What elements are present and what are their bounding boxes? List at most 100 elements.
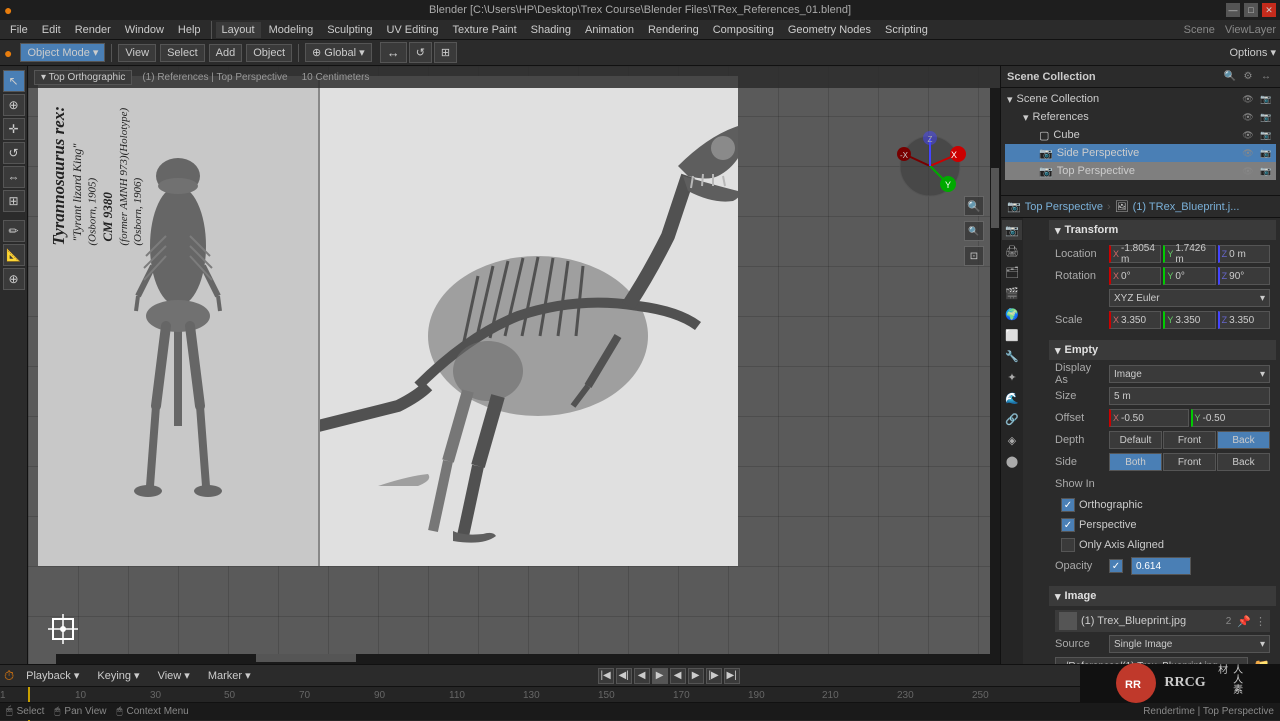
workspace-animation[interactable]: Animation — [579, 22, 640, 38]
toppersp-render-icon[interactable]: 📷 — [1258, 163, 1274, 179]
workspace-compositing[interactable]: Compositing — [707, 22, 780, 38]
render-icon[interactable]: 📷 — [1258, 91, 1274, 107]
workspace-scripting[interactable]: Scripting — [879, 22, 934, 38]
scene-label[interactable]: Scene — [1184, 24, 1215, 36]
tree-item-cube[interactable]: ▢ Cube 👁 📷 — [1005, 126, 1276, 144]
image-panel-header[interactable]: ▾ Image — [1049, 586, 1276, 606]
minimize-button[interactable]: — — [1226, 3, 1240, 17]
view-layer-label[interactable]: ViewLayer — [1225, 24, 1276, 36]
move-tool[interactable]: ↔ — [380, 42, 407, 63]
image-pin-icon[interactable]: 📌 — [1237, 615, 1251, 628]
ref-vis-icon[interactable]: 👁 — [1240, 109, 1256, 125]
annotate-tool-btn[interactable]: ✏ — [3, 220, 25, 242]
marker-btn[interactable]: Marker ▾ — [202, 667, 257, 684]
workspace-layout[interactable]: Layout — [216, 22, 261, 38]
prop-icon-physics[interactable]: 🌊 — [1002, 388, 1022, 408]
select-tool-btn[interactable]: ↖ — [3, 70, 25, 92]
next-frame-btn[interactable]: ▶ — [688, 668, 704, 684]
play-reverse-btn[interactable]: ◀ — [670, 668, 686, 684]
tree-item-references[interactable]: ▾ References 👁 📷 — [1005, 108, 1276, 126]
object-mode-button[interactable]: Object Mode ▾ — [20, 43, 105, 62]
add-tool-btn[interactable]: ⊕ — [3, 268, 25, 290]
outliner-options-icon[interactable]: ⚙ — [1240, 69, 1256, 85]
menu-edit[interactable]: Edit — [36, 22, 67, 38]
workspace-rendering[interactable]: Rendering — [642, 22, 705, 38]
offset-x-field[interactable]: X -0.50 — [1109, 409, 1189, 427]
tree-item-top-perspective[interactable]: 📷 Top Perspective 👁 📷 — [1005, 162, 1276, 180]
prop-icon-material[interactable]: ⬤ — [1002, 451, 1022, 471]
breadcrumb-file-link[interactable]: (1) TRex_Blueprint.j... — [1133, 201, 1240, 213]
sidepersp-render-icon[interactable]: 📷 — [1258, 145, 1274, 161]
prop-icon-world[interactable]: 🌍 — [1002, 304, 1022, 324]
depth-front-btn[interactable]: Front — [1163, 431, 1216, 449]
display-as-dropdown[interactable]: Image ▾ — [1109, 365, 1270, 383]
tree-item-scene-collection[interactable]: ▾ Scene Collection 👁 📷 — [1005, 90, 1276, 108]
workspace-sculpting[interactable]: Sculpting — [321, 22, 378, 38]
rotate-tool-btn[interactable]: ↺ — [3, 142, 25, 164]
zoom-out-btn[interactable]: 🔍 — [964, 221, 984, 241]
offset-y-field[interactable]: Y -0.50 — [1191, 409, 1271, 427]
prop-icon-render[interactable]: 📷 — [1002, 220, 1022, 240]
transform-panel-header[interactable]: ▾ Transform — [1049, 220, 1276, 240]
object-menu-button[interactable]: Object — [246, 44, 292, 62]
jump-start-btn[interactable]: |◀ — [598, 668, 614, 684]
viewport-scrollbar-bottom[interactable] — [56, 654, 990, 664]
prop-icon-constraints[interactable]: 🔗 — [1002, 409, 1022, 429]
prop-icon-output[interactable]: 🖨 — [1002, 241, 1022, 261]
measure-tool-btn[interactable]: 📐 — [3, 244, 25, 266]
visibility-icon[interactable]: 👁 — [1240, 91, 1256, 107]
toppersp-vis-icon[interactable]: 👁 — [1240, 163, 1256, 179]
keying-btn[interactable]: Keying ▾ — [91, 667, 145, 684]
filepath-field[interactable]: ../References/(1) Trex_Blueprint.jpg — [1055, 657, 1248, 664]
menu-window[interactable]: Window — [119, 22, 170, 38]
workspace-texture-paint[interactable]: Texture Paint — [446, 22, 522, 38]
menu-help[interactable]: Help — [172, 22, 207, 38]
side-both-btn[interactable]: Both — [1109, 453, 1162, 471]
menu-file[interactable]: File — [4, 22, 34, 38]
rotation-y-field[interactable]: Y 0° — [1163, 267, 1215, 285]
empty-panel-header[interactable]: ▾ Empty — [1049, 340, 1276, 360]
tree-item-side-perspective[interactable]: 📷 Side Perspective 👁 📷 — [1005, 144, 1276, 162]
rotate-tool[interactable]: ↺ — [409, 42, 432, 63]
close-button[interactable]: ✕ — [1262, 3, 1276, 17]
viewport[interactable]: ▾ Top Orthographic (1) References | Top … — [28, 66, 1000, 664]
scale-tool-btn[interactable]: ⇔ — [3, 166, 25, 188]
prev-frame-btn[interactable]: ◀ — [634, 668, 650, 684]
global-button[interactable]: ⊕ Global ▾ — [305, 43, 372, 62]
breadcrumb-persp-link[interactable]: Top Perspective — [1025, 201, 1103, 213]
toggle-projection-btn[interactable]: ⊡ — [964, 246, 984, 266]
scale-tool[interactable]: ⊞ — [434, 42, 457, 63]
select-menu-button[interactable]: Select — [160, 44, 205, 62]
rotation-mode-dropdown[interactable]: XYZ Euler ▾ — [1109, 289, 1270, 307]
prev-keyframe-btn[interactable]: ◀| — [616, 668, 632, 684]
opacity-checkbox[interactable]: ✓ — [1109, 559, 1123, 573]
jump-end-btn[interactable]: ▶| — [724, 668, 740, 684]
ref-render-icon[interactable]: 📷 — [1258, 109, 1274, 125]
size-field[interactable]: 5 m — [1109, 387, 1270, 405]
location-z-field[interactable]: Z 0 m — [1218, 245, 1270, 263]
vp-overlay-btn[interactable]: ▾ Top Orthographic — [34, 70, 132, 85]
workspace-uv-editing[interactable]: UV Editing — [380, 22, 444, 38]
depth-back-btn[interactable]: Back — [1217, 431, 1270, 449]
opacity-field[interactable]: 0.614 — [1131, 557, 1191, 575]
workspace-geometry-nodes[interactable]: Geometry Nodes — [782, 22, 877, 38]
maximize-button[interactable]: □ — [1244, 3, 1258, 17]
move-tool-btn[interactable]: ✛ — [3, 118, 25, 140]
play-btn[interactable]: ▶ — [652, 668, 668, 684]
cube-vis-icon[interactable]: 👁 — [1240, 127, 1256, 143]
orthographic-checkbox[interactable]: ✓ — [1061, 498, 1075, 512]
rotation-z-field[interactable]: Z 90° — [1218, 267, 1270, 285]
cube-render-icon[interactable]: 📷 — [1258, 127, 1274, 143]
rotation-x-field[interactable]: X 0° — [1109, 267, 1161, 285]
prop-icon-particles[interactable]: ✦ — [1002, 367, 1022, 387]
outliner-sync-icon[interactable]: ↔ — [1258, 69, 1274, 85]
transform-tool-btn[interactable]: ⊞ — [3, 190, 25, 212]
add-menu-button[interactable]: Add — [209, 44, 243, 62]
transform-gizmo[interactable]: X -X Y Z — [890, 126, 970, 206]
scale-z-field[interactable]: Z 3.350 — [1218, 311, 1270, 329]
source-dropdown[interactable]: Single Image ▾ — [1109, 635, 1270, 653]
location-x-field[interactable]: X -1.8054 m — [1109, 245, 1161, 263]
sidepersp-vis-icon[interactable]: 👁 — [1240, 145, 1256, 161]
prop-icon-data[interactable]: ◈ — [1002, 430, 1022, 450]
options-btn[interactable]: Options ▾ — [1230, 46, 1277, 59]
